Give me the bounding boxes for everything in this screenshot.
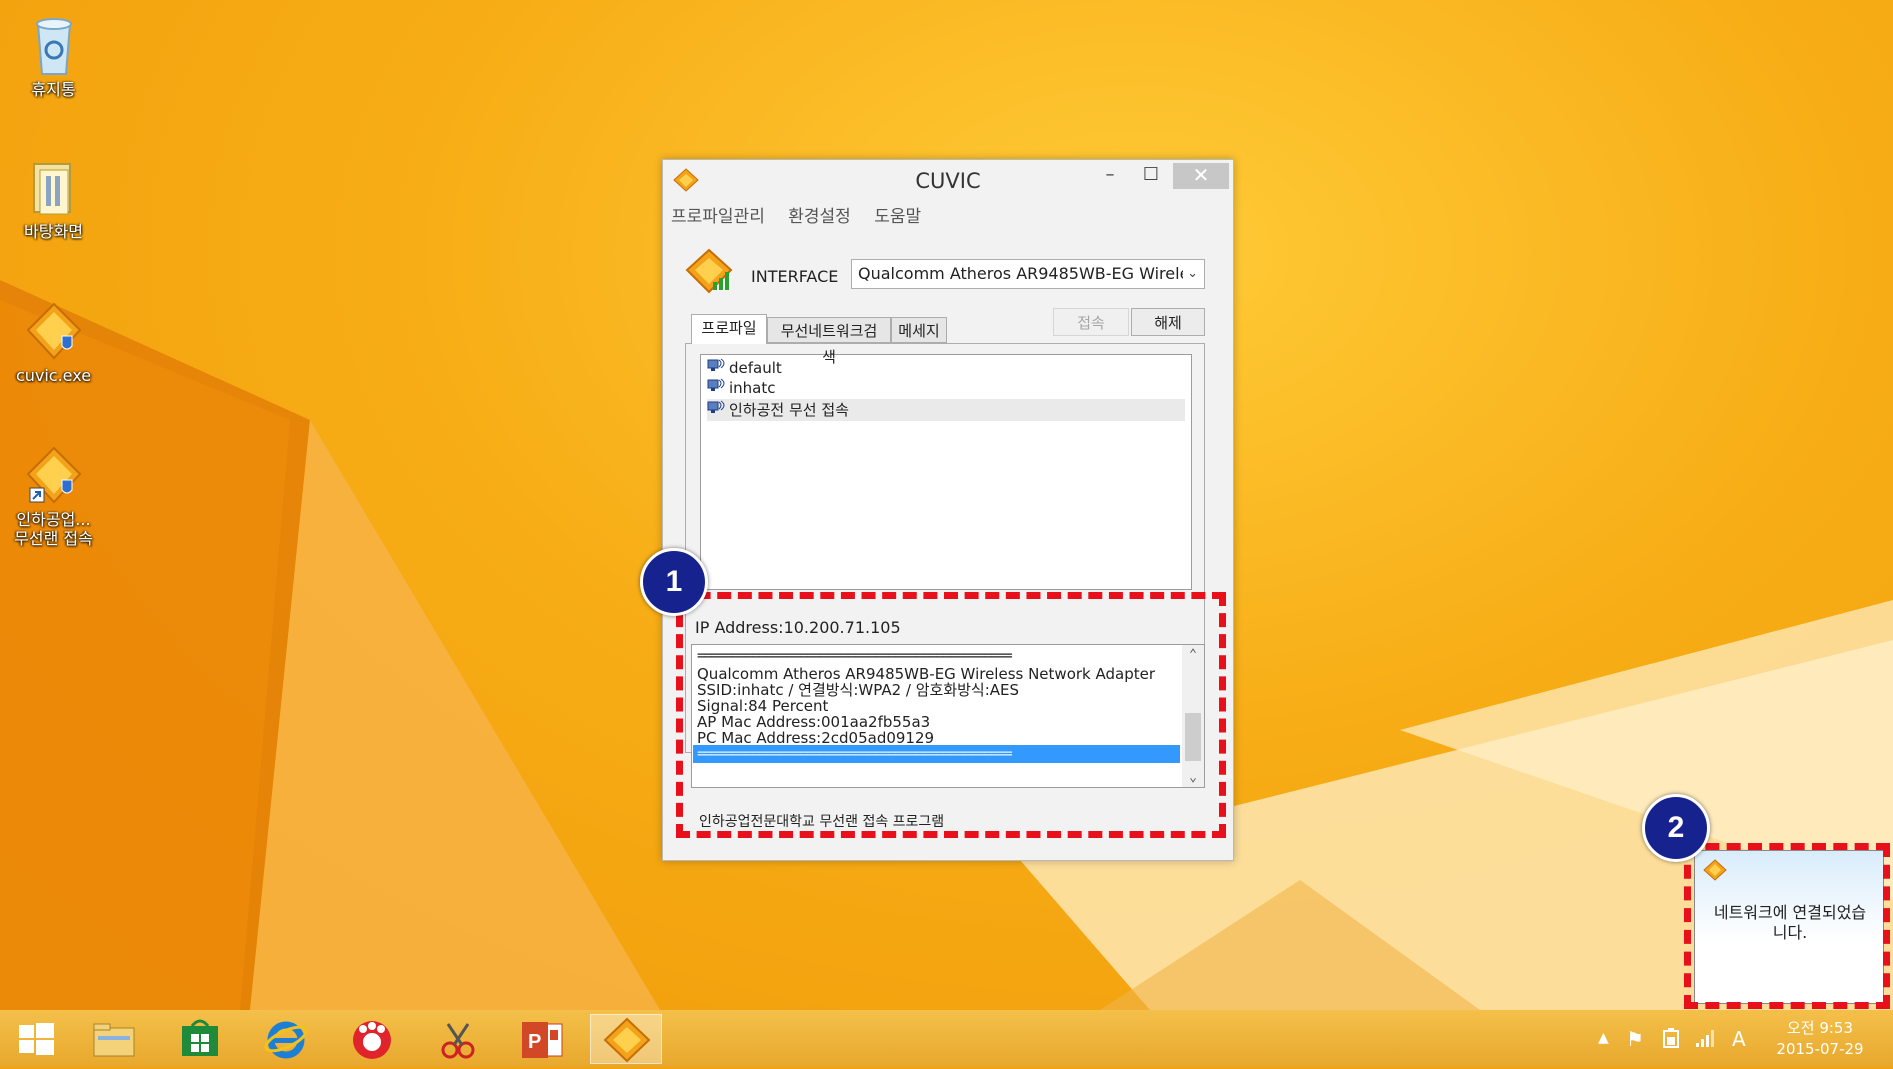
callout-badge-2: 2	[1642, 794, 1710, 862]
desktop-icon-label: 바탕화면	[24, 222, 83, 241]
desktop-icon-folder[interactable]: 바탕화면	[6, 156, 101, 241]
taskbar-file-explorer[interactable]	[78, 1014, 150, 1064]
highlight-box-1	[676, 592, 1226, 838]
taskbar-camera-app[interactable]	[336, 1014, 408, 1064]
power-icon[interactable]	[1660, 1027, 1682, 1054]
powerpoint-icon: P	[522, 1022, 563, 1058]
desktop-icon-label-line1: 인하공업...	[16, 510, 91, 529]
desktop-icon-label-line2: 무선랜 접속	[14, 529, 93, 548]
close-button[interactable]: ✕	[1173, 163, 1229, 189]
menu-help[interactable]: 도움말	[874, 207, 921, 227]
desktop-icon-label: cuvic.exe	[15, 366, 92, 385]
title-bar[interactable]: CUVIC – ☐ ✕	[663, 160, 1233, 200]
interface-select[interactable]: Qualcomm Atheros AR9485WB-EG Wireles ⌄	[851, 259, 1205, 289]
list-item[interactable]: inhatc	[707, 377, 1185, 399]
taskbar-cuvic[interactable]	[590, 1014, 662, 1064]
recycle-bin-icon	[24, 14, 84, 78]
cuvic-shortcut-icon	[24, 444, 84, 508]
wifi-signal-icon[interactable]	[1694, 1027, 1718, 1054]
cuvic-app-icon	[24, 300, 84, 364]
minimize-button[interactable]: –	[1090, 163, 1130, 189]
desktop-icon-label: 휴지통	[31, 80, 76, 99]
file-explorer-icon	[93, 1023, 135, 1057]
maximize-button[interactable]: ☐	[1131, 163, 1171, 189]
show-hidden-icons-button[interactable]: ▲	[1598, 1030, 1609, 1046]
interface-label: INTERFACE	[751, 267, 839, 286]
profile-name: default	[729, 359, 782, 377]
tab-wireless-scan[interactable]: 무선네트워크검색	[767, 317, 891, 366]
profile-name: inhatc	[729, 379, 776, 397]
taskbar-snipping-tool[interactable]	[422, 1014, 494, 1064]
tab-profile[interactable]: 프로파일	[691, 314, 767, 344]
start-button[interactable]	[0, 1014, 72, 1064]
network-profile-icon	[707, 400, 725, 422]
list-item[interactable]: 인하공전 무선 접속	[707, 399, 1185, 421]
snipping-tool-icon	[441, 1023, 475, 1059]
profile-name: 인하공전 무선 접속	[729, 401, 849, 419]
taskbar-internet-explorer[interactable]	[250, 1014, 322, 1064]
taskbar-store[interactable]	[164, 1014, 236, 1064]
tab-messages[interactable]: 메세지	[891, 317, 947, 343]
list-item[interactable]: default	[707, 357, 1185, 379]
desktop-icon-recycle-bin[interactable]: 휴지통	[6, 14, 101, 99]
clock-date: 2015-07-29	[1776, 1040, 1864, 1058]
menu-profile-management[interactable]: 프로파일관리	[671, 207, 765, 227]
callout-badge-1: 1	[640, 548, 708, 616]
internet-explorer-icon	[264, 1021, 308, 1059]
network-profile-icon	[707, 378, 725, 400]
profile-list[interactable]: default inhatc 인하공전 무선 접속	[700, 354, 1192, 590]
action-center-flag-icon[interactable]: ⚑	[1626, 1027, 1644, 1051]
desktop-icon-cuvic-shortcut[interactable]: 인하공업... 무선랜 접속	[6, 444, 101, 548]
desktop-icon-cuvic-exe[interactable]: cuvic.exe	[6, 300, 101, 385]
camera-app-icon	[353, 1021, 391, 1059]
start-icon	[19, 1023, 54, 1055]
clock-time: 오전 9:53	[1786, 1019, 1854, 1037]
desktop-icon-label: 인하공업... 무선랜 접속	[6, 510, 101, 548]
chevron-down-icon: ⌄	[1183, 260, 1198, 288]
store-icon	[182, 1019, 218, 1056]
interface-logo-icon	[685, 248, 735, 300]
folder-icon	[24, 156, 84, 220]
taskbar-powerpoint[interactable]: P	[506, 1014, 578, 1064]
input-method-indicator[interactable]: A	[1732, 1027, 1746, 1051]
connect-button[interactable]: 접속	[1053, 308, 1129, 336]
desktop: 휴지통 바탕화면 cuvic.exe 인하공업... 무선랜 접속 CUVIC –…	[0, 0, 1893, 1010]
cuvic-app-icon	[603, 1017, 651, 1063]
menu-settings[interactable]: 환경설정	[788, 207, 851, 227]
svg-text:P: P	[528, 1031, 541, 1053]
taskbar-clock[interactable]: 오전 9:53 2015-07-29	[1760, 1018, 1880, 1060]
disconnect-button[interactable]: 해제	[1131, 308, 1205, 336]
highlight-box-2	[1684, 843, 1890, 1009]
interface-select-value: Qualcomm Atheros AR9485WB-EG Wireles	[858, 264, 1198, 283]
menu-bar: 프로파일관리 환경설정 도움말	[671, 202, 939, 227]
taskbar: P ▲ ⚑ A 오전 9:53 2015-07-29	[0, 1010, 1893, 1067]
